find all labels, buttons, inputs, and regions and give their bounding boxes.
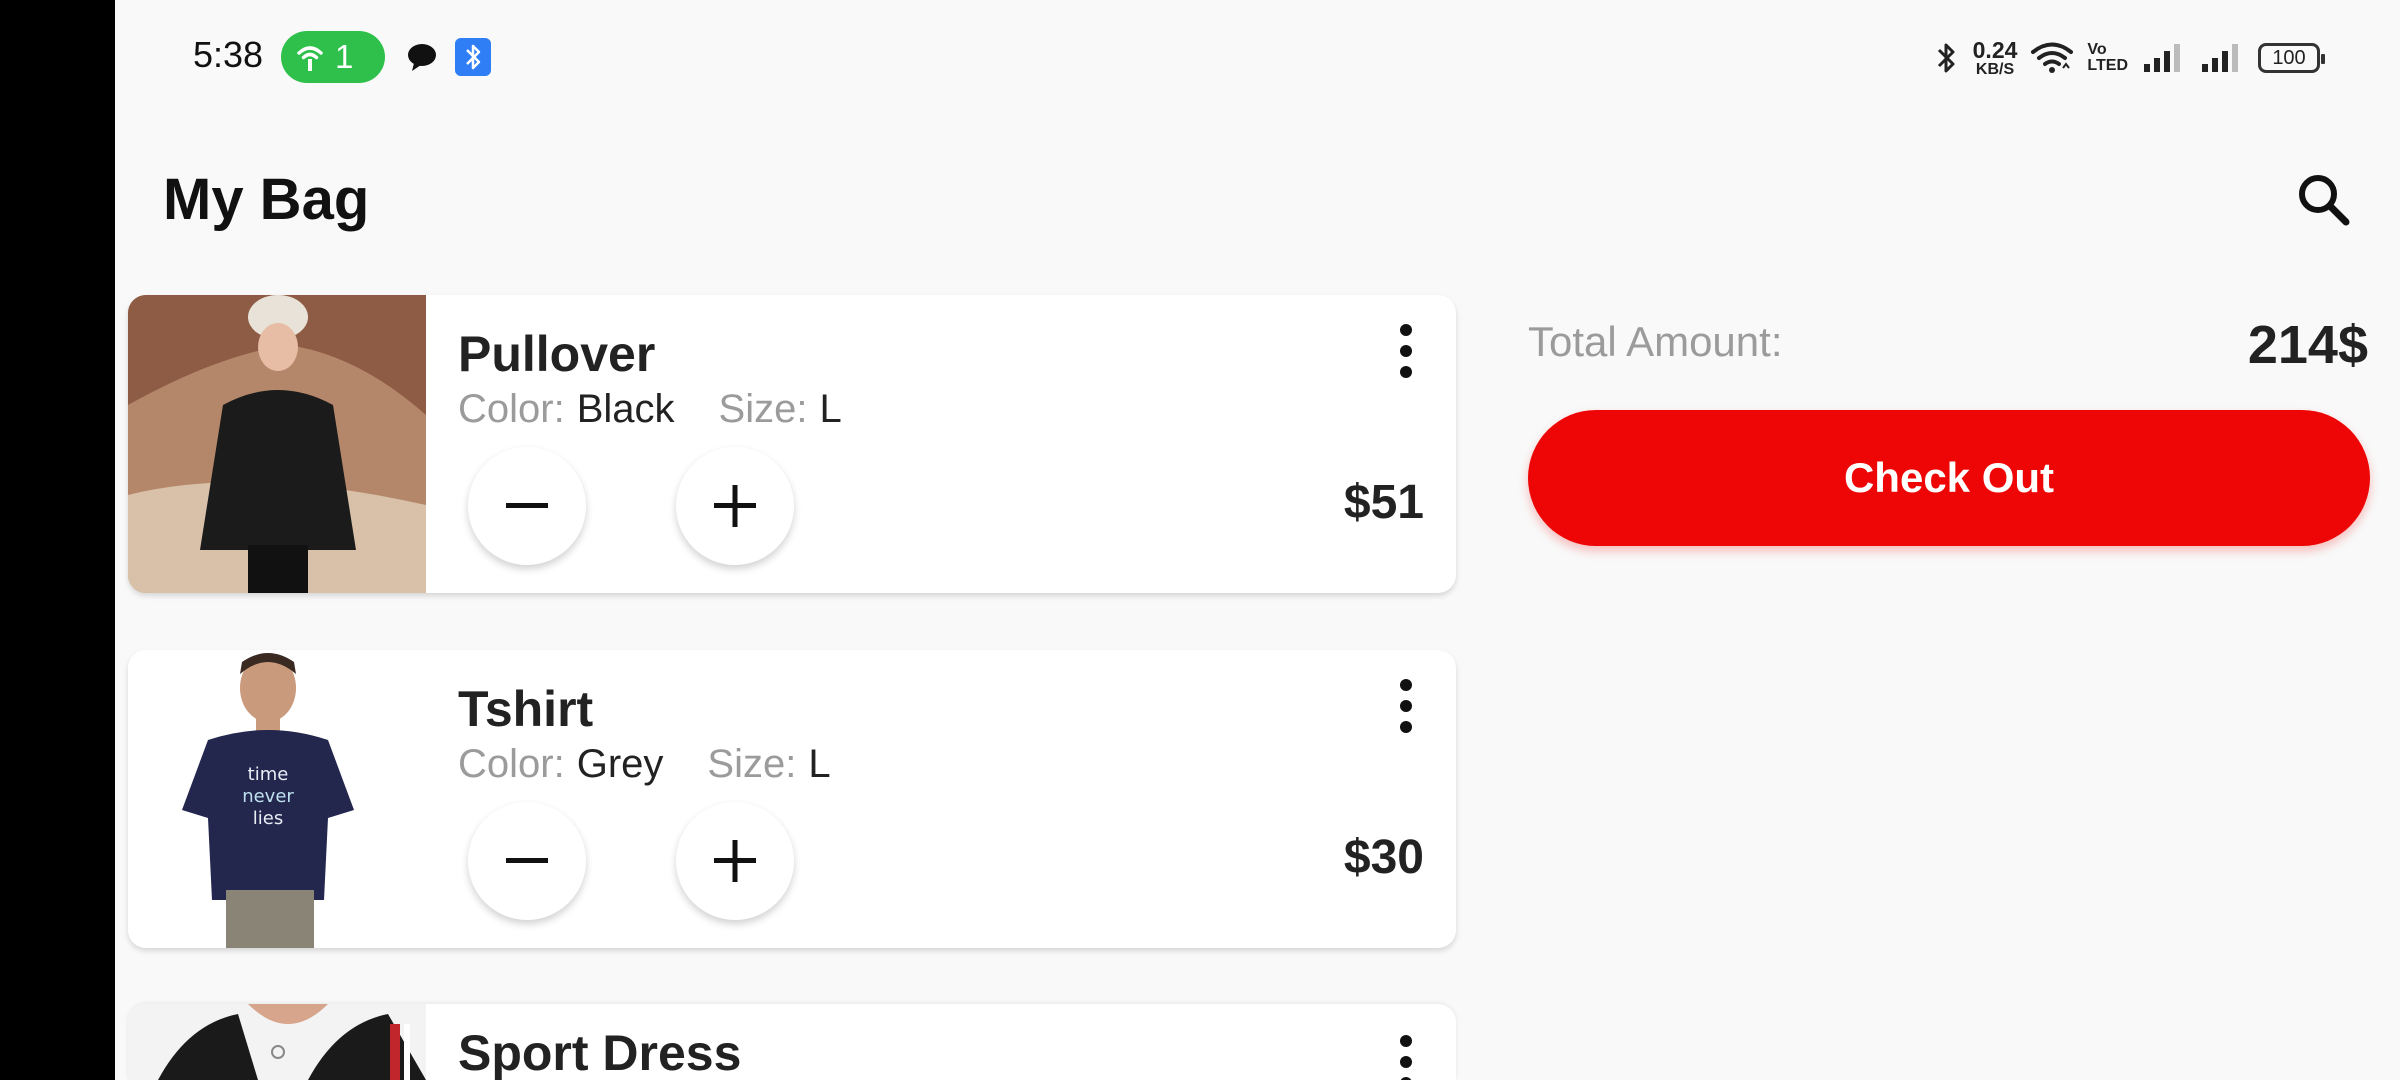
decrease-quantity-button[interactable] (468, 802, 586, 920)
product-image (128, 295, 426, 593)
hotspot-count: 1 (335, 38, 354, 75)
plus-icon (714, 485, 756, 527)
minus-icon (506, 858, 548, 863)
hotspot-icon (297, 46, 323, 71)
increase-quantity-button[interactable] (676, 447, 794, 565)
cart-item-card[interactable]: time never lies Tshirt Color: Grey Size:… (128, 650, 1456, 948)
volte-top: Vo (2087, 41, 2107, 58)
increase-quantity-button[interactable] (676, 802, 794, 920)
bluetooth-icon (1937, 43, 1955, 73)
product-price: $30 (1343, 831, 1424, 884)
svg-text:lies: lies (253, 808, 283, 829)
hotspot-indicator: 1 (281, 31, 385, 83)
more-options-icon[interactable] (1396, 676, 1416, 736)
color-label: Color: (458, 742, 565, 786)
checkout-button[interactable]: Check Out (1528, 410, 2370, 546)
product-attributes: Color: Black Size: L (458, 387, 842, 432)
size-label: Size: (707, 742, 797, 786)
signal-sim1-icon (2144, 44, 2180, 72)
volte-indicator: Vo LTED (2087, 42, 2128, 74)
plus-icon (714, 840, 756, 882)
product-name: Pullover (458, 326, 656, 382)
signal-sim2-icon (2202, 44, 2238, 72)
chat-bubble-icon (408, 44, 436, 71)
page-title: My Bag (163, 167, 370, 232)
size-value: L (819, 387, 842, 431)
product-image: time never lies (128, 650, 426, 948)
size-label: Size: (718, 387, 808, 431)
cart-item-card[interactable]: Pullover Color: Black Size: L 1 $51 (128, 295, 1456, 593)
product-name: Sport Dress (458, 1025, 742, 1080)
wifi-icon (2031, 42, 2074, 73)
more-options-icon[interactable] (1396, 1032, 1416, 1080)
svg-text:never: never (242, 786, 294, 807)
more-options-icon[interactable] (1396, 321, 1416, 381)
bluetooth-app-icon (455, 38, 491, 76)
color-value: Black (576, 387, 675, 431)
decrease-quantity-button[interactable] (468, 447, 586, 565)
network-speed: 0.24 KB/S (1972, 36, 2018, 78)
battery-indicator: 100 (2258, 43, 2325, 73)
total-amount-value: 214$ (2247, 315, 2368, 375)
left-black-bar (0, 0, 115, 1080)
status-bar: 5:38 1 0.24 KB/S Vo LTED 100 (115, 0, 2400, 115)
cart-item-card[interactable]: Sport Dress (128, 1004, 1456, 1080)
status-right-group: 0.24 KB/S Vo LTED 100 (1935, 36, 2325, 80)
minus-icon (506, 503, 548, 508)
color-label: Color: (458, 387, 565, 431)
status-time: 5:38 (193, 34, 264, 75)
size-value: L (808, 742, 831, 786)
network-speed-value: 0.24 (1972, 36, 2018, 63)
search-icon (2299, 175, 2350, 226)
product-name: Tshirt (458, 681, 594, 737)
product-image (128, 1004, 426, 1080)
volte-bottom: LTED (2087, 57, 2128, 74)
color-value: Grey (576, 742, 664, 786)
product-attributes: Color: Grey Size: L (458, 742, 831, 787)
product-price: $51 (1343, 476, 1424, 529)
total-amount-label: Total Amount: (1528, 318, 1783, 365)
network-speed-unit: KB/S (1975, 60, 2015, 78)
search-button[interactable] (2290, 166, 2358, 234)
svg-text:time: time (248, 764, 289, 785)
